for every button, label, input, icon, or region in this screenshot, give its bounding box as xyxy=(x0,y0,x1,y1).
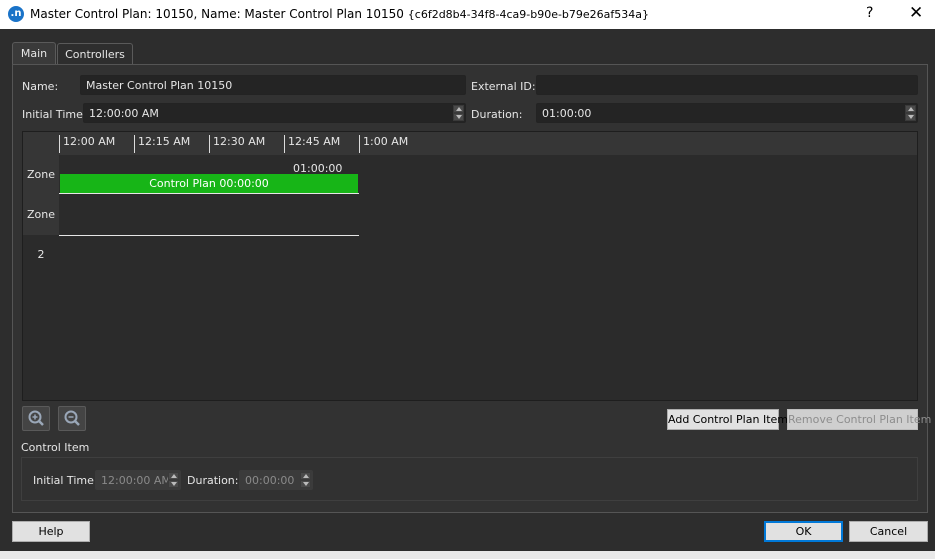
tick-label: 12:30 AM xyxy=(213,135,266,148)
tick-mark xyxy=(359,135,360,153)
tick-label: 12:45 AM xyxy=(288,135,341,148)
control-duration-spinner[interactable] xyxy=(300,472,311,488)
control-initial-time-spinner[interactable] xyxy=(168,472,179,488)
title-bar: .n Master Control Plan: 10150, Name: Mas… xyxy=(0,0,935,29)
app-logo-icon: .n xyxy=(8,6,24,22)
duration-field[interactable]: 01:00:00 xyxy=(536,103,918,123)
add-control-plan-item-button[interactable]: Add Control Plan Item xyxy=(667,409,788,430)
zoom-out-button[interactable] xyxy=(58,406,86,431)
zoom-in-icon xyxy=(28,410,44,426)
name-label: Name: xyxy=(22,80,59,93)
zone-2-label: Zone 2 xyxy=(23,195,59,261)
spin-up-icon[interactable] xyxy=(453,105,464,113)
tick-label: 12:00 AM xyxy=(63,135,116,148)
zoom-in-button[interactable] xyxy=(22,406,50,431)
window-title: Master Control Plan: 10150, Name: Master… xyxy=(30,7,649,21)
zoom-out-icon xyxy=(64,410,80,426)
window-title-text: Master Control Plan: 10150, Name: Master… xyxy=(30,7,404,21)
spin-down-icon[interactable] xyxy=(905,113,916,121)
help-button[interactable]: Help xyxy=(12,521,90,542)
tick-mark xyxy=(59,135,60,153)
help-icon[interactable]: ? xyxy=(866,5,873,21)
duration-value: 01:00:00 xyxy=(542,107,592,120)
external-id-field[interactable] xyxy=(536,75,918,95)
duration-label: Duration: xyxy=(471,108,523,121)
spin-up-icon[interactable] xyxy=(905,105,916,113)
spin-down-icon[interactable] xyxy=(453,113,464,121)
zone-2-baseline xyxy=(59,235,359,236)
tick-label: 12:15 AM xyxy=(138,135,191,148)
control-duration-value: 00:00:00 xyxy=(245,474,295,487)
spin-down-icon[interactable] xyxy=(300,480,311,488)
spin-up-icon[interactable] xyxy=(300,472,311,480)
external-id-label: External ID: xyxy=(471,80,536,93)
timeline-header: 12:00 AM 12:15 AM 12:30 AM 12:45 AM 1:00… xyxy=(23,132,917,155)
zone-1-baseline xyxy=(59,193,359,194)
initial-time-field[interactable]: 12:00:00 AM xyxy=(83,103,466,123)
window-guid: {c6f2d8b4-34f8-4ca9-b90e-b79e26af534a} xyxy=(407,8,650,21)
tab-controllers[interactable]: Controllers xyxy=(57,43,133,65)
close-icon[interactable]: ✕ xyxy=(909,3,923,23)
desktop-background-strip xyxy=(0,551,935,559)
name-field[interactable]: Master Control Plan 10150 xyxy=(80,75,466,95)
control-duration-field[interactable]: 00:00:00 xyxy=(239,470,313,490)
control-initial-time-value: 12:00:00 AM xyxy=(101,474,171,487)
initial-time-value: 12:00:00 AM xyxy=(89,107,159,120)
control-initial-time-field[interactable]: 12:00:00 AM xyxy=(95,470,181,490)
remove-control-plan-item-button[interactable]: Remove Control Plan Item xyxy=(787,409,931,430)
control-plan-item[interactable]: Control Plan 00:00:00 xyxy=(60,174,358,193)
timeline-view[interactable]: 12:00 AM 12:15 AM 12:30 AM 12:45 AM 1:00… xyxy=(22,131,918,401)
initial-time-spinner[interactable] xyxy=(453,105,464,121)
tab-main[interactable]: Main xyxy=(12,42,56,65)
tick-mark xyxy=(209,135,210,153)
control-item-title: Control Item xyxy=(21,441,90,454)
spin-up-icon[interactable] xyxy=(168,472,179,480)
zone-1-label: Zone 1 xyxy=(23,155,59,221)
tick-label: 1:00 AM xyxy=(363,135,409,148)
cancel-button[interactable]: Cancel xyxy=(849,521,928,542)
spin-down-icon[interactable] xyxy=(168,480,179,488)
ok-button[interactable]: OK xyxy=(764,521,843,542)
tick-mark xyxy=(134,135,135,153)
initial-time-label: Initial Time: xyxy=(22,108,87,121)
control-duration-label: Duration: xyxy=(187,474,239,487)
tick-mark xyxy=(284,135,285,153)
duration-spinner[interactable] xyxy=(905,105,916,121)
control-initial-time-label: Initial Time: xyxy=(33,474,98,487)
